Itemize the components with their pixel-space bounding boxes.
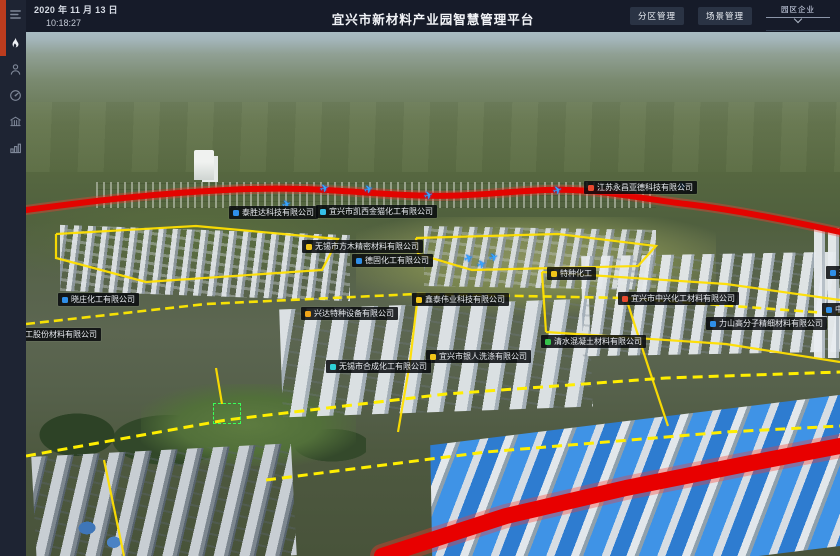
company-label-icon xyxy=(305,311,311,317)
company-label-icon xyxy=(710,321,716,327)
park-enterprise-dropdown-label: 园区企业 xyxy=(766,3,830,15)
company-label-text: 德固化工有限公司 xyxy=(365,254,429,267)
company-label-text: 宜兴市凯西金猫化工有限公司 xyxy=(329,205,433,218)
company-label-icon xyxy=(306,244,312,250)
menu-icon[interactable] xyxy=(7,6,23,22)
company-label-text: 兴达特种设备有限公司 xyxy=(314,307,394,320)
company-label-icon xyxy=(551,271,557,277)
sidebar-active-accent xyxy=(0,0,6,56)
company-label-icon xyxy=(356,258,362,264)
selection-marquee[interactable] xyxy=(213,403,241,424)
company-label[interactable]: 宜兴市凯西金猫化工有限公司 xyxy=(316,205,437,218)
gauge-icon[interactable] xyxy=(7,87,23,103)
company-label-text: 特种化工 xyxy=(560,267,592,280)
company-label-icon xyxy=(545,339,551,345)
company-label-text: 市化工股份材料有限公司 xyxy=(26,328,97,341)
park-enterprise-dropdown[interactable]: 园区企业 xyxy=(766,3,830,29)
zone-management-button[interactable]: 分区管理 xyxy=(630,7,684,25)
company-label-text: 晓庄化工有限公司 xyxy=(71,293,135,306)
company-label-icon xyxy=(430,354,436,360)
company-label-text: 泰胜达科技有限公司 xyxy=(242,206,314,219)
company-label[interactable]: 兴达特种设备有限公司 xyxy=(301,307,398,320)
company-label[interactable]: 无锡市方木精密材料有限公司 xyxy=(302,240,423,253)
bank-building-icon[interactable] xyxy=(7,113,23,129)
company-label-icon xyxy=(622,296,628,302)
company-label[interactable]: 晓庄化工有限公司 xyxy=(58,293,139,306)
company-label[interactable]: 兴业化工有限公司 xyxy=(826,266,840,279)
company-label[interactable]: 鑫泰伟业科技有限公司 xyxy=(412,293,509,306)
company-label-text: 无锡市方木精密材料有限公司 xyxy=(315,240,419,253)
company-label[interactable]: 泰胜达科技有限公司 xyxy=(229,206,318,219)
sidebar xyxy=(0,0,26,556)
scene-management-button[interactable]: 场景管理 xyxy=(698,7,752,25)
company-label[interactable]: 德固化工有限公司 xyxy=(352,254,433,267)
company-label-icon xyxy=(330,364,336,370)
company-label[interactable]: 力山高分子精细材料有限公司 xyxy=(706,317,827,330)
factory-chart-icon[interactable] xyxy=(7,139,23,155)
dropdown-divider-bottom xyxy=(766,30,830,31)
company-label[interactable]: 清水混凝土材料有限公司 xyxy=(541,335,646,348)
company-label[interactable]: 中天材料有限公司 xyxy=(822,303,840,316)
company-label[interactable]: 江苏永昌亚德科技有限公司 xyxy=(584,181,697,194)
company-label-text: 无锡市合成化工有限公司 xyxy=(339,360,427,373)
company-label[interactable]: 宜兴市中兴化工材料有限公司 xyxy=(618,292,739,305)
company-label-icon xyxy=(62,297,68,303)
user-icon[interactable] xyxy=(7,61,23,77)
company-label-icon xyxy=(826,307,832,313)
company-label-text: 江苏永昌亚德科技有限公司 xyxy=(597,181,693,194)
map-3d-view[interactable]: 泰胜达科技有限公司 宜兴市凯西金猫化工有限公司无锡市方木精密材料有限公司德固化工有… xyxy=(26,32,840,556)
company-label-text: 清水混凝土材料有限公司 xyxy=(554,335,642,348)
header-actions: 分区管理 场景管理 园区企业 xyxy=(630,0,830,32)
company-label-icon xyxy=(416,297,422,303)
company-label-icon xyxy=(588,185,594,191)
fire-icon[interactable] xyxy=(7,35,23,51)
company-label-text: 宜兴市银人洗涤有限公司 xyxy=(439,350,527,363)
company-label-icon xyxy=(233,210,239,216)
company-label-text: 中天材料有限公司 xyxy=(835,303,840,316)
company-label-icon xyxy=(320,209,326,215)
top-bar: 2020 年 11 月 13 日 10:18:27 宜兴市新材料产业园智慧管理平… xyxy=(26,0,840,32)
company-label[interactable]: 特种化工 xyxy=(547,267,596,280)
company-label[interactable]: 市化工股份材料有限公司 xyxy=(26,328,101,341)
company-label-text: 宜兴市中兴化工材料有限公司 xyxy=(631,292,735,305)
company-label-icon xyxy=(830,270,836,276)
app-root: 2020 年 11 月 13 日 10:18:27 宜兴市新材料产业园智慧管理平… xyxy=(0,0,840,556)
company-label[interactable]: 宜兴市银人洗涤有限公司 xyxy=(426,350,531,363)
company-label[interactable]: 无锡市合成化工有限公司 xyxy=(326,360,431,373)
company-label-text: 鑫泰伟业科技有限公司 xyxy=(425,293,505,306)
company-label-text: 力山高分子精细材料有限公司 xyxy=(719,317,823,330)
